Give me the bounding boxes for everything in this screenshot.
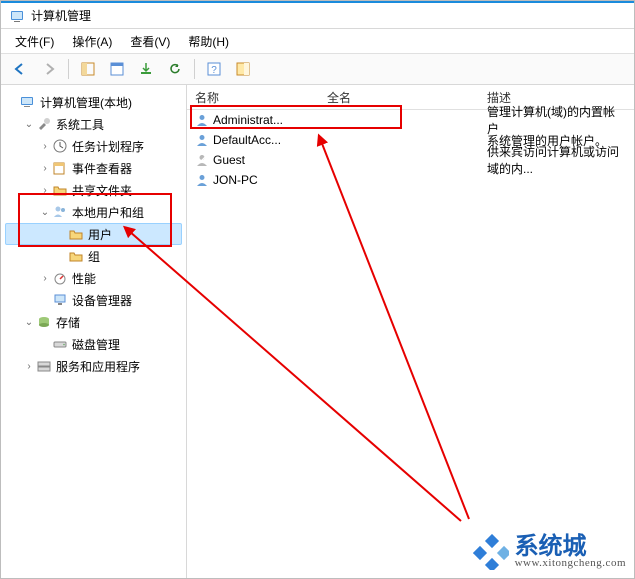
event-viewer-icon <box>52 160 68 176</box>
shared-folder-icon <box>52 182 68 198</box>
tree-label: 设备管理器 <box>72 292 132 309</box>
services-icon <box>36 358 52 374</box>
tree-label: 计算机管理(本地) <box>40 94 132 111</box>
tree-disk-management[interactable]: · 磁盘管理 <box>5 333 182 355</box>
nav-back-button[interactable] <box>7 56 33 82</box>
action-pane-button[interactable] <box>230 56 256 82</box>
body: ▶ 计算机管理(本地) ⌄ 系统工具 › 任务计划程序 › <box>1 85 634 579</box>
tree-device-manager[interactable]: · 设备管理器 <box>5 289 182 311</box>
tree-label: 磁盘管理 <box>72 336 120 353</box>
tree-event-viewer[interactable]: › 事件查看器 <box>5 157 182 179</box>
tree-label: 系统工具 <box>56 116 104 133</box>
help-button[interactable]: ? <box>201 56 227 82</box>
tree-shared-folders[interactable]: › 共享文件夹 <box>5 179 182 201</box>
menu-file[interactable]: 文件(F) <box>7 31 62 52</box>
watermark: 系统城 www.xitongcheng.com <box>473 534 626 570</box>
tree-label: 用户 <box>88 226 112 243</box>
folder-icon <box>68 226 84 242</box>
window-title: 计算机管理 <box>31 7 91 24</box>
tree-label: 任务计划程序 <box>72 138 144 155</box>
user-name: JON-PC <box>213 173 258 187</box>
collapse-icon[interactable]: ⌄ <box>22 119 36 130</box>
user-name: Administrat... <box>213 113 283 127</box>
tree-storage[interactable]: ⌄ 存储 <box>5 311 182 333</box>
device-manager-icon <box>52 292 68 308</box>
user-name: DefaultAcc... <box>213 133 281 147</box>
window: { "window":{"title":"计算机管理"}, "menu":[ {… <box>0 0 635 579</box>
clock-icon <box>52 138 68 154</box>
watermark-url: www.xitongcheng.com <box>515 557 626 569</box>
expand-icon[interactable]: › <box>38 163 52 174</box>
menu-view[interactable]: 查看(V) <box>122 31 178 52</box>
show-hide-tree-button[interactable] <box>75 56 101 82</box>
watermark-logo-icon <box>473 534 509 570</box>
tree-system-tools[interactable]: ⌄ 系统工具 <box>5 113 182 135</box>
menu-action[interactable]: 操作(A) <box>64 31 120 52</box>
tree-pane[interactable]: ▶ 计算机管理(本地) ⌄ 系统工具 › 任务计划程序 › <box>1 85 187 579</box>
computer-management-icon <box>20 94 36 110</box>
storage-icon <box>36 314 52 330</box>
tools-icon <box>36 116 52 132</box>
export-list-button[interactable] <box>133 56 159 82</box>
tree-label: 存储 <box>56 314 80 331</box>
app-icon <box>9 8 25 24</box>
properties-button[interactable] <box>104 56 130 82</box>
toolbar-separator <box>68 59 69 79</box>
expand-icon[interactable]: › <box>38 141 52 152</box>
tree-label: 事件查看器 <box>72 160 132 177</box>
toolbar-separator <box>194 59 195 79</box>
tree-label: 组 <box>88 248 100 265</box>
tree-label: 共享文件夹 <box>72 182 132 199</box>
tree-label: 性能 <box>72 270 96 287</box>
refresh-button[interactable] <box>162 56 188 82</box>
list-body: Administrat... 管理计算机(域)的内置帐户 DefaultAcc.… <box>187 110 634 190</box>
tree-users[interactable]: · 用户 <box>5 223 182 245</box>
tree-root[interactable]: ▶ 计算机管理(本地) <box>5 91 182 113</box>
collapse-icon[interactable]: ⌄ <box>22 317 36 328</box>
tree-services-apps[interactable]: › 服务和应用程序 <box>5 355 182 377</box>
tree-label: 服务和应用程序 <box>56 358 140 375</box>
column-header-name[interactable]: 名称 <box>187 85 319 109</box>
user-icon <box>195 133 209 147</box>
tree-task-scheduler[interactable]: › 任务计划程序 <box>5 135 182 157</box>
folder-icon <box>68 248 84 264</box>
collapse-icon[interactable]: ⌄ <box>38 207 52 218</box>
titlebar: 计算机管理 <box>1 1 634 29</box>
user-description: 供来宾访问计算机或访问域的内... <box>479 143 634 177</box>
user-icon <box>195 113 209 127</box>
list-item[interactable]: Guest 供来宾访问计算机或访问域的内... <box>187 150 634 170</box>
tree-local-users-groups[interactable]: ⌄ 本地用户和组 <box>5 201 182 223</box>
disk-icon <box>52 336 68 352</box>
svg-text:?: ? <box>211 65 217 76</box>
tree-groups[interactable]: · 组 <box>5 245 182 267</box>
nav-forward-button[interactable] <box>36 56 62 82</box>
menu-help[interactable]: 帮助(H) <box>180 31 237 52</box>
expand-icon[interactable]: › <box>38 273 52 284</box>
expand-icon[interactable]: › <box>22 361 36 372</box>
tree-label: 本地用户和组 <box>72 204 144 221</box>
toolbar: ? <box>1 54 634 85</box>
users-groups-icon <box>52 204 68 220</box>
tree-performance[interactable]: › 性能 <box>5 267 182 289</box>
list-pane: 名称 全名 描述 Administrat... 管理计算机(域)的内置帐户 <box>187 85 634 579</box>
menubar: 文件(F) 操作(A) 查看(V) 帮助(H) <box>1 29 634 54</box>
list-item[interactable]: Administrat... 管理计算机(域)的内置帐户 <box>187 110 634 130</box>
user-icon <box>195 173 209 187</box>
expand-icon[interactable]: › <box>38 185 52 196</box>
column-header-fullname[interactable]: 全名 <box>319 85 479 109</box>
user-name: Guest <box>213 153 245 167</box>
user-disabled-icon <box>195 153 209 167</box>
performance-icon <box>52 270 68 286</box>
